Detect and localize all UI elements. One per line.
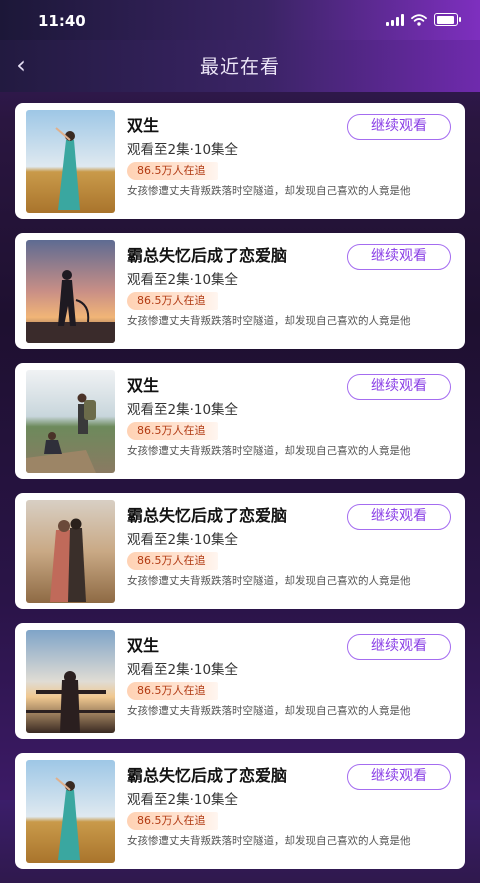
system-icons [386, 13, 461, 26]
drama-poster[interactable] [26, 370, 115, 473]
viewer-count-badge: 86.5万人在追 [127, 812, 218, 830]
drama-poster[interactable] [26, 500, 115, 603]
drama-poster[interactable] [26, 760, 115, 863]
continue-watching-button[interactable]: 继续观看 [347, 374, 451, 400]
drama-description: 女孩惨遭丈夫背叛跌落时空隧道，却发现自己喜欢的人竟是他 [127, 315, 411, 327]
drama-title: 双生 [127, 116, 160, 135]
viewer-count-badge: 86.5万人在追 [127, 292, 218, 310]
recent-watch-list: 双生 观看至2集·10集全 86.5万人在追 女孩惨遭丈夫背叛跌落时空隧道，却发… [15, 103, 465, 883]
drama-description: 女孩惨遭丈夫背叛跌落时空隧道，却发现自己喜欢的人竟是他 [127, 705, 411, 717]
watch-progress: 观看至2集·10集全 [127, 662, 239, 678]
drama-title: 双生 [127, 636, 160, 655]
drama-title: 霸总失忆后成了恋爱脑 [127, 246, 288, 265]
drama-poster[interactable] [26, 110, 115, 213]
drama-description: 女孩惨遭丈夫背叛跌落时空隧道，却发现自己喜欢的人竟是他 [127, 575, 411, 587]
drama-card[interactable]: 霸总失忆后成了恋爱脑 观看至2集·10集全 86.5万人在追 女孩惨遭丈夫背叛跌… [15, 493, 465, 609]
viewer-count-badge: 86.5万人在追 [127, 552, 218, 570]
app-header: ‹ 最近在看 [0, 40, 480, 92]
drama-title: 双生 [127, 376, 160, 395]
status-time: 11:40 [38, 12, 86, 30]
continue-watching-button[interactable]: 继续观看 [347, 244, 451, 270]
viewer-count-badge: 86.5万人在追 [127, 422, 218, 440]
watch-progress: 观看至2集·10集全 [127, 532, 239, 548]
drama-poster[interactable] [26, 630, 115, 733]
drama-card[interactable]: 双生 观看至2集·10集全 86.5万人在追 女孩惨遭丈夫背叛跌落时空隧道，却发… [15, 363, 465, 479]
drama-card[interactable]: 霸总失忆后成了恋爱脑 观看至2集·10集全 86.5万人在追 女孩惨遭丈夫背叛跌… [15, 233, 465, 349]
continue-watching-button[interactable]: 继续观看 [347, 634, 451, 660]
viewer-count-badge: 86.5万人在追 [127, 682, 218, 700]
watch-progress: 观看至2集·10集全 [127, 272, 239, 288]
viewer-count-badge: 86.5万人在追 [127, 162, 218, 180]
drama-description: 女孩惨遭丈夫背叛跌落时空隧道，却发现自己喜欢的人竟是他 [127, 185, 411, 197]
watch-progress: 观看至2集·10集全 [127, 792, 239, 808]
status-bar: 11:40 [0, 0, 480, 40]
drama-poster[interactable] [26, 240, 115, 343]
drama-title: 霸总失忆后成了恋爱脑 [127, 766, 288, 785]
battery-icon [434, 13, 461, 26]
watch-progress: 观看至2集·10集全 [127, 142, 239, 158]
drama-card[interactable]: 双生 观看至2集·10集全 86.5万人在追 女孩惨遭丈夫背叛跌落时空隧道，却发… [15, 623, 465, 739]
drama-card[interactable]: 双生 观看至2集·10集全 86.5万人在追 女孩惨遭丈夫背叛跌落时空隧道，却发… [15, 103, 465, 219]
continue-watching-button[interactable]: 继续观看 [347, 764, 451, 790]
drama-title: 霸总失忆后成了恋爱脑 [127, 506, 288, 525]
drama-card[interactable]: 霸总失忆后成了恋爱脑 观看至2集·10集全 86.5万人在追 女孩惨遭丈夫背叛跌… [15, 753, 465, 869]
page-title: 最近在看 [199, 56, 280, 78]
continue-watching-button[interactable]: 继续观看 [347, 504, 451, 530]
drama-description: 女孩惨遭丈夫背叛跌落时空隧道，却发现自己喜欢的人竟是他 [127, 835, 411, 847]
wifi-icon [411, 13, 427, 26]
continue-watching-button[interactable]: 继续观看 [347, 114, 451, 140]
cellular-signal-icon [386, 13, 404, 26]
drama-description: 女孩惨遭丈夫背叛跌落时空隧道，却发现自己喜欢的人竟是他 [127, 445, 411, 457]
watch-progress: 观看至2集·10集全 [127, 402, 239, 418]
